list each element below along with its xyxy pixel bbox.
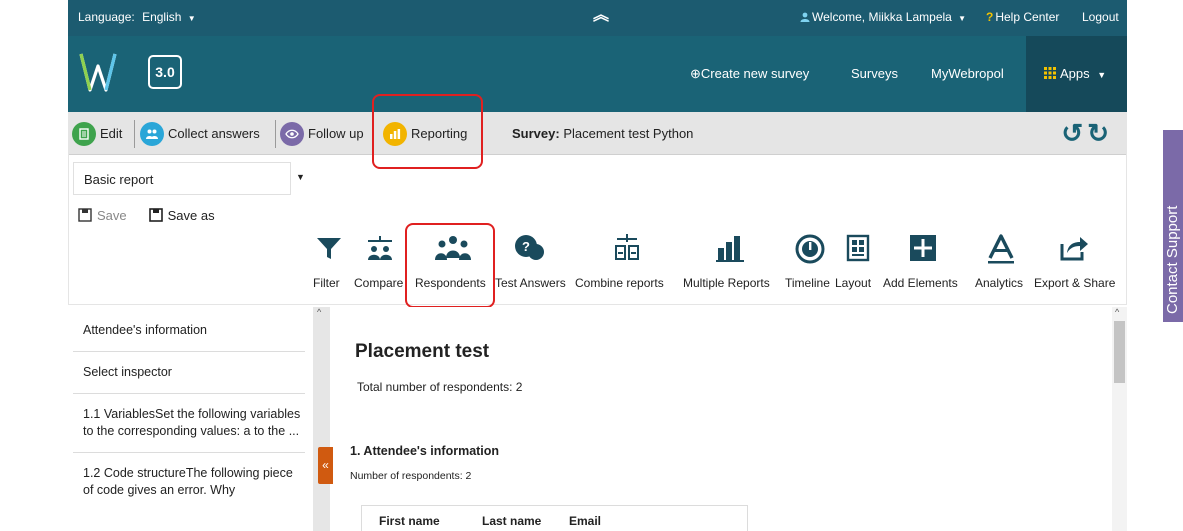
divider xyxy=(275,120,276,148)
divider xyxy=(134,120,135,148)
collect-answers-tab[interactable]: Collect answers xyxy=(140,112,260,155)
chevron-down-icon[interactable]: ▼ xyxy=(296,172,305,182)
survey-subnav: Edit Collect answers Follow up Reporting… xyxy=(68,112,1127,155)
collect-answers-label: Collect answers xyxy=(168,126,260,141)
scroll-up-icon[interactable]: ^ xyxy=(1115,307,1119,317)
content-scrollbar[interactable]: ^ xyxy=(1112,307,1127,531)
top-bar: Language: English ▼ ︽ Welcome, Miikka La… xyxy=(68,0,1127,36)
mywebropol-link[interactable]: MyWebropol xyxy=(931,36,1004,112)
respondents-highlight xyxy=(405,223,495,308)
follow-up-label: Follow up xyxy=(308,126,364,141)
scrollbar-thumb[interactable] xyxy=(1114,321,1125,383)
survey-name: Survey: Placement test Python xyxy=(512,126,693,141)
save-as-label: Save as xyxy=(167,208,215,223)
create-new-survey-label: Create new survey xyxy=(700,66,810,81)
scroll-up-icon[interactable]: ^ xyxy=(317,307,321,317)
report-content: Placement test Total number of responden… xyxy=(333,307,1113,531)
undo-icon[interactable]: ↺ xyxy=(1061,118,1087,148)
surveys-link[interactable]: Surveys xyxy=(851,36,898,112)
multiple-reports-icon xyxy=(716,236,744,262)
combine-reports-icon xyxy=(615,234,639,260)
contact-support-tab[interactable]: Contact Support xyxy=(1163,130,1183,322)
main-header: 3.0 ⊕Create new survey Surveys MyWebropo… xyxy=(68,36,1127,112)
webropol-logo[interactable] xyxy=(78,50,122,94)
analytics-icon xyxy=(988,234,1014,264)
collapse-header-icon[interactable]: ︽ xyxy=(593,8,609,24)
survey-label: Survey: xyxy=(512,126,560,141)
question-list: Attendee's information Select inspector … xyxy=(73,310,305,511)
list-item[interactable]: Attendee's information xyxy=(73,310,305,352)
collapse-sidebar-button[interactable]: « xyxy=(318,447,333,484)
compare-label: Compare xyxy=(354,276,404,290)
filter-icon xyxy=(317,238,341,259)
list-item[interactable]: Select inspector xyxy=(73,352,305,394)
people-icon xyxy=(140,121,164,146)
help-icon: ? xyxy=(986,10,994,24)
language-value: English xyxy=(142,10,182,24)
help-center-label: Help Center xyxy=(995,10,1060,24)
add-elements-label: Add Elements xyxy=(883,276,958,290)
plus-circle-icon: ⊕ xyxy=(690,66,701,81)
report-title: Placement test xyxy=(355,341,490,362)
export-share-icon xyxy=(1060,237,1088,261)
welcome-text: Welcome, Miikka Lampela xyxy=(812,10,952,24)
language-label: Language: xyxy=(78,10,135,24)
column-header: First name xyxy=(379,514,440,528)
apps-menu[interactable]: Apps ▼ xyxy=(1026,36,1127,112)
save-as-button[interactable]: Save as xyxy=(148,208,215,223)
list-item[interactable]: 1.1 VariablesSet the following variables… xyxy=(73,394,305,453)
survey-title: Placement test Python xyxy=(563,126,694,141)
floppy-disk-icon xyxy=(78,208,92,222)
left-scrollbar[interactable]: ^ xyxy=(313,307,330,531)
user-icon xyxy=(800,12,810,22)
export-share-label: Export & Share xyxy=(1034,276,1116,290)
list-item[interactable]: 1.2 Code structureThe following piece of… xyxy=(73,453,305,511)
chevron-down-icon: ▼ xyxy=(187,14,196,23)
add-elements-icon xyxy=(910,235,936,261)
layout-label: Layout xyxy=(835,276,872,290)
combine-reports-label: Combine reports xyxy=(575,276,664,290)
question-respondent-count: Number of respondents: 2 xyxy=(350,470,472,482)
help-center-link[interactable]: ? Help Center xyxy=(986,10,1059,24)
language-selector[interactable]: Language: English ▼ xyxy=(78,10,196,24)
logout-link[interactable]: Logout xyxy=(1082,10,1119,24)
floppy-disk-icon xyxy=(148,208,163,222)
edit-tab[interactable]: Edit xyxy=(72,112,122,155)
report-select[interactable]: Basic report xyxy=(73,162,291,195)
version-badge: 3.0 xyxy=(148,55,182,89)
column-header: Last name xyxy=(482,514,542,528)
filter-label: Filter xyxy=(313,276,340,290)
timeline-icon xyxy=(795,234,825,264)
edit-icon xyxy=(72,121,96,146)
analytics-label: Analytics xyxy=(975,276,1024,290)
svg-text:?: ? xyxy=(522,239,530,254)
timeline-label: Timeline xyxy=(785,276,830,290)
multiple-reports-label: Multiple Reports xyxy=(683,276,770,290)
chevron-down-icon: ▼ xyxy=(1097,70,1107,80)
eye-icon xyxy=(280,121,304,146)
user-menu[interactable]: Welcome, Miikka Lampela ▼ xyxy=(800,10,966,24)
save-button[interactable]: Save xyxy=(78,208,127,223)
contact-support-label: Contact Support xyxy=(1164,205,1181,314)
test-answers-icon: ? xyxy=(515,235,544,260)
create-new-survey-link[interactable]: ⊕Create new survey xyxy=(690,36,809,112)
column-header: Email xyxy=(569,514,602,528)
edit-label: Edit xyxy=(100,126,123,141)
save-label: Save xyxy=(97,208,127,223)
follow-up-tab[interactable]: Follow up xyxy=(280,112,364,155)
question-title: 1. Attendee's information xyxy=(350,444,500,458)
apps-label: Apps xyxy=(1060,66,1090,81)
reporting-highlight xyxy=(372,94,483,169)
chevron-down-icon: ▼ xyxy=(958,14,967,23)
layout-icon xyxy=(846,234,870,262)
compare-icon xyxy=(368,236,392,260)
respondents-table: First name Last name Email xyxy=(361,505,748,531)
save-buttons: Save Save as xyxy=(78,208,215,223)
undo-redo-group: ↺↻ xyxy=(1061,118,1113,149)
test-answers-label: Test Answers xyxy=(495,276,566,290)
total-respondents: Total number of respondents: 2 xyxy=(357,380,523,394)
redo-icon[interactable]: ↻ xyxy=(1087,118,1113,148)
grid-icon xyxy=(1044,67,1056,79)
